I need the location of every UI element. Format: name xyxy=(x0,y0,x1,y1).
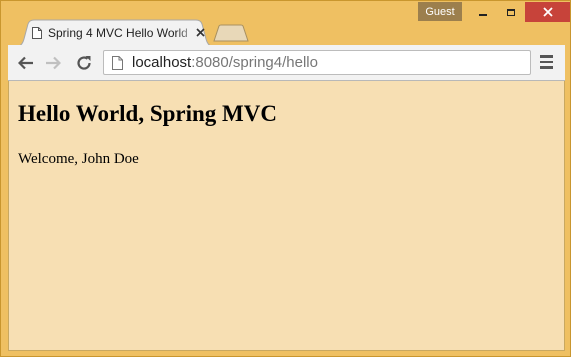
guest-profile-badge[interactable]: Guest xyxy=(418,2,462,21)
welcome-message: Welcome, John Doe xyxy=(18,151,139,167)
url-host: localhost xyxy=(132,54,192,71)
minimize-button[interactable] xyxy=(470,2,496,22)
page-viewport: Hello World, Spring MVC Welcome, John Do… xyxy=(8,81,565,351)
hamburger-menu-icon-bar xyxy=(540,60,553,63)
tab-title: Spring 4 MVC Hello World xyxy=(48,26,188,40)
page-title: Hello World, Spring MVC xyxy=(18,101,277,126)
reload-icon xyxy=(77,56,91,70)
hamburger-menu-icon-bar xyxy=(540,66,553,69)
tab-active[interactable]: Spring 4 MVC Hello World xyxy=(15,19,215,47)
guest-profile-label: Guest xyxy=(425,5,455,18)
address-bar[interactable]: localhost:8080/spring4/hello xyxy=(103,50,531,75)
maximize-button[interactable] xyxy=(498,2,524,22)
close-icon xyxy=(542,7,553,17)
maximize-icon xyxy=(507,8,515,16)
window-close-button[interactable] xyxy=(525,2,570,22)
url-path: :8080/spring4/hello xyxy=(191,54,318,71)
url-text: localhost:8080/spring4/hello xyxy=(132,54,318,71)
browser-window: Guest Spring 4 MVC Hello World localhost… xyxy=(0,0,571,357)
tab-close-button[interactable] xyxy=(193,25,207,39)
hamburger-menu-icon xyxy=(540,55,553,58)
page-icon xyxy=(112,56,123,70)
page-icon xyxy=(32,27,42,39)
forward-button[interactable] xyxy=(43,53,63,73)
back-button[interactable] xyxy=(16,53,36,73)
menu-button[interactable] xyxy=(540,55,554,71)
arrow-left-icon xyxy=(18,56,33,70)
close-icon xyxy=(195,28,205,37)
new-tab-button[interactable] xyxy=(213,24,249,42)
minimize-icon xyxy=(479,14,487,16)
arrow-right-icon xyxy=(46,56,61,70)
browser-toolbar: localhost:8080/spring4/hello xyxy=(8,45,565,81)
reload-button[interactable] xyxy=(74,53,94,73)
